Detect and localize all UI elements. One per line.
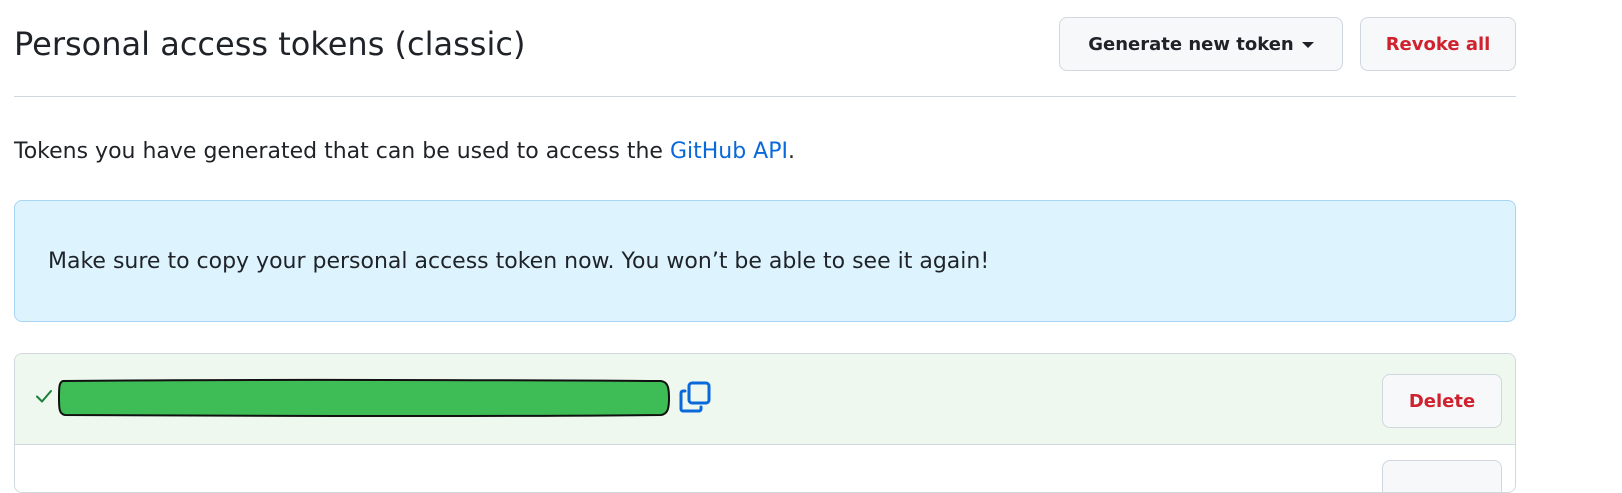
- page-header: Personal access tokens (classic) Generat…: [14, 0, 1516, 97]
- generate-new-token-button[interactable]: Generate new token: [1059, 17, 1343, 71]
- token-row: [15, 445, 1515, 492]
- row-action-button[interactable]: [1382, 460, 1502, 492]
- copy-token-notice: Make sure to copy your personal access t…: [14, 200, 1516, 322]
- copy-icon[interactable]: [677, 379, 713, 415]
- redacted-token-value: [57, 378, 671, 418]
- token-row: Delete: [15, 354, 1515, 445]
- delete-token-button[interactable]: Delete: [1382, 374, 1502, 428]
- revoke-all-button[interactable]: Revoke all: [1360, 17, 1516, 71]
- check-icon: [36, 390, 52, 403]
- tokens-description: Tokens you have generated that can be us…: [14, 136, 795, 168]
- caret-down-icon: [1301, 42, 1314, 48]
- token-list: Delete: [14, 353, 1516, 493]
- generate-new-token-label: Generate new token: [1088, 33, 1294, 55]
- github-api-link[interactable]: GitHub API: [670, 139, 788, 164]
- copy-token-notice-text: Make sure to copy your personal access t…: [48, 249, 990, 274]
- page-title: Personal access tokens (classic): [14, 25, 526, 63]
- description-period: .: [788, 139, 795, 164]
- description-text: Tokens you have generated that can be us…: [14, 139, 670, 164]
